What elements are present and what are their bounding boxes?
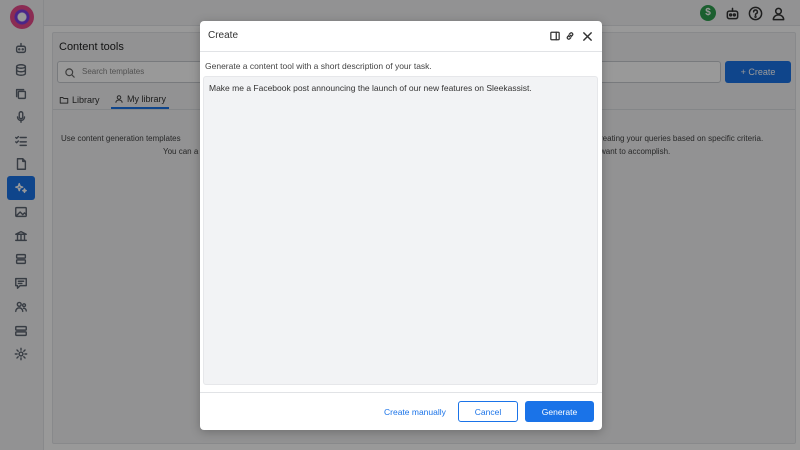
side-panel-icon[interactable] xyxy=(549,29,561,43)
dialog-header: Create xyxy=(200,21,602,52)
cancel-button[interactable]: Cancel xyxy=(458,401,518,422)
create-dialog: Create Generate a content tool with a sh… xyxy=(200,21,602,430)
link-icon[interactable] xyxy=(564,29,576,43)
dialog-footer-divider xyxy=(200,392,602,393)
dialog-instruction: Generate a content tool with a short des… xyxy=(205,61,432,71)
close-icon[interactable] xyxy=(581,29,593,43)
generate-button[interactable]: Generate xyxy=(525,401,594,422)
create-manually-button[interactable]: Create manually xyxy=(384,407,446,417)
dialog-title: Create xyxy=(208,30,239,41)
task-description-input[interactable]: Make me a Facebook post announcing the l… xyxy=(203,76,598,385)
